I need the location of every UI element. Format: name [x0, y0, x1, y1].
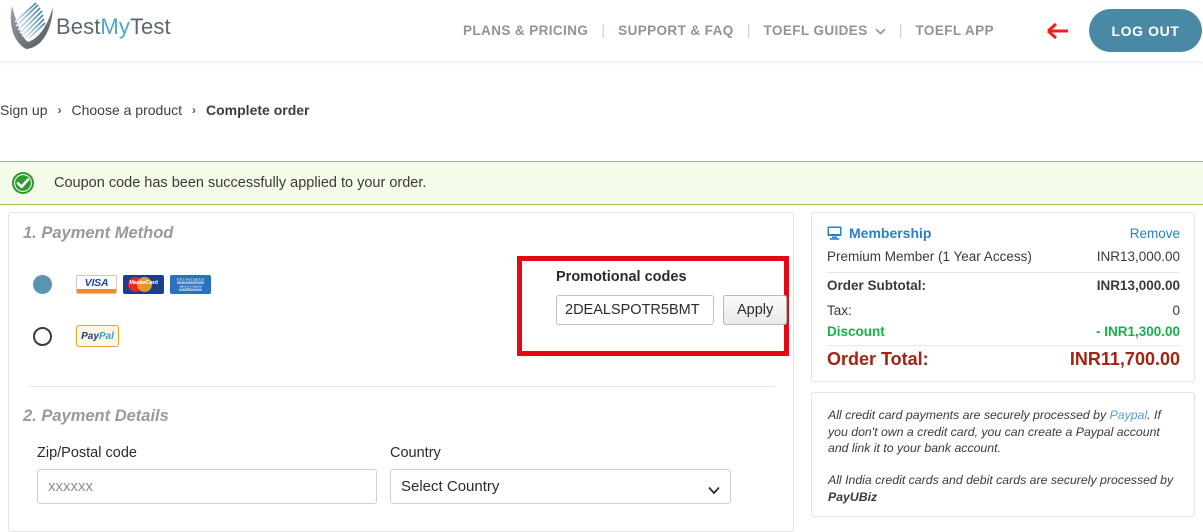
membership-title: Membership — [849, 225, 932, 241]
order-summary-header: Membership Remove — [827, 225, 1180, 241]
paypal-logo-text-pay: Pay — [81, 330, 99, 342]
order-discount-value: - INR1,300.00 — [1095, 324, 1180, 339]
order-discount-label: Discount — [827, 324, 885, 339]
amex-logo-line1: AMERICAN — [177, 277, 204, 284]
breadcrumb-item-complete-order: Complete order — [206, 102, 310, 118]
credit-card-logos: VISA MasterCard AMERICAN EXPRESS — [76, 275, 211, 294]
order-summary-card: Membership Remove Premium Member (1 Year… — [811, 212, 1195, 382]
success-alert-message: Coupon code has been successfully applie… — [54, 175, 427, 191]
promo-code-input[interactable] — [556, 295, 714, 325]
radio-paypal[interactable] — [33, 326, 52, 346]
country-select-wrap — [390, 469, 731, 504]
logo-text: BestMyTest — [56, 14, 171, 40]
payubiz-label: PayUBiz — [828, 489, 878, 504]
logout-button[interactable]: LOG OUT — [1089, 9, 1202, 52]
order-item-row: Premium Member (1 Year Access) INR13,000… — [827, 249, 1180, 264]
order-discount-row: Discount - INR1,300.00 — [827, 324, 1180, 339]
nav-item-toefl-app[interactable]: TOEFL APP — [903, 23, 1007, 38]
paypal-logo-text-pal: Pal — [98, 330, 114, 342]
summary-divider — [827, 345, 1180, 346]
payment-details-title: 2. Payment Details — [23, 407, 169, 425]
nav-label: PLANS & PRICING — [463, 23, 589, 38]
logo-text-test: Test — [129, 14, 171, 39]
nav-label: TOEFL GUIDES — [763, 23, 868, 38]
mastercard-logo-text: MasterCard — [129, 280, 158, 286]
visa-logo-underline — [77, 288, 116, 293]
mastercard-logo-icon: MasterCard — [123, 275, 164, 294]
country-label: Country — [390, 445, 441, 461]
payment-option-paypal[interactable]: Pay Pal — [33, 325, 119, 347]
order-tax-row: Tax: 0 — [827, 303, 1180, 318]
promotional-codes-label: Promotional codes — [556, 269, 687, 285]
breadcrumb: Sign up › Choose a product › Complete or… — [0, 99, 309, 121]
main-navigation: PLANS & PRICING | SUPPORT & FAQ | TOEFL … — [450, 0, 1007, 61]
section-divider — [29, 386, 775, 387]
order-subtotal-value: INR13,000.00 — [1096, 278, 1180, 293]
nav-item-toefl-guides[interactable]: TOEFL GUIDES — [751, 23, 899, 38]
payment-processor-notes-card: All credit card payments are securely pr… — [811, 392, 1195, 517]
payment-method-title: 1. Payment Method — [23, 224, 174, 242]
payubiz-note-text: All India credit cards and debit cards a… — [828, 473, 1174, 487]
order-tax-value: 0 — [1172, 303, 1180, 318]
paypal-note: All credit card payments are securely pr… — [828, 407, 1179, 457]
payubiz-note: All India credit cards and debit cards a… — [828, 472, 1179, 505]
order-tax-label: Tax: — [827, 303, 852, 318]
zip-postal-field-group: Zip/Postal code — [37, 445, 377, 504]
breadcrumb-separator: › — [57, 103, 62, 117]
amex-logo-icon: AMERICAN EXPRESS — [170, 275, 211, 294]
visa-logo-icon: VISA — [76, 275, 117, 294]
summary-divider — [827, 272, 1180, 273]
breadcrumb-separator: › — [192, 103, 197, 117]
order-total-row: Order Total: INR11,700.00 — [827, 349, 1180, 370]
promotional-code-highlight: Promotional codes Apply — [517, 256, 789, 356]
order-subtotal-label: Order Subtotal: — [827, 278, 927, 293]
nav-item-plans-pricing[interactable]: PLANS & PRICING — [450, 23, 601, 38]
paypal-note-part1: All credit card payments are securely pr… — [828, 408, 1110, 422]
red-left-arrow-icon — [1038, 20, 1070, 42]
nav-item-support-faq[interactable]: SUPPORT & FAQ — [605, 23, 746, 38]
radio-credit-card[interactable] — [33, 275, 52, 294]
order-item-price: INR13,000.00 — [1096, 249, 1180, 264]
country-field-group: Country — [390, 445, 731, 504]
remove-membership-link[interactable]: Remove — [1130, 226, 1180, 241]
zip-postal-label: Zip/Postal code — [37, 445, 137, 461]
promotional-code-row: Apply — [556, 295, 788, 325]
logo-text-my: My — [100, 14, 130, 39]
nav-label: SUPPORT & FAQ — [618, 23, 734, 38]
chevron-down-icon — [875, 25, 886, 36]
zip-postal-input[interactable] — [37, 469, 377, 504]
success-alert: Coupon code has been successfully applie… — [0, 161, 1203, 205]
site-header: BestMyTest PLANS & PRICING | SUPPORT & F… — [0, 0, 1203, 61]
order-total-value: INR11,700.00 — [1069, 349, 1180, 369]
paypal-logo-icon: Pay Pal — [76, 325, 119, 347]
country-select[interactable] — [390, 469, 731, 504]
order-subtotal-row: Order Subtotal: INR13,000.00 — [827, 278, 1180, 293]
monitor-icon — [827, 226, 842, 240]
amex-logo-line2: EXPRESS — [179, 284, 202, 291]
promotional-code-group: Promotional codes Apply — [556, 269, 788, 325]
order-total-label: Order Total: — [827, 349, 929, 369]
order-item-name: Premium Member (1 Year Access) — [827, 249, 1032, 264]
breadcrumb-item-sign-up[interactable]: Sign up — [0, 102, 47, 118]
breadcrumb-item-choose-a-product[interactable]: Choose a product — [71, 102, 182, 118]
apply-promo-button[interactable]: Apply — [723, 295, 788, 325]
nav-label: TOEFL APP — [915, 23, 994, 38]
visa-logo-text: VISA — [77, 276, 116, 289]
logo[interactable]: BestMyTest — [2, 0, 171, 54]
green-check-circle-icon — [11, 171, 35, 195]
paypal-link[interactable]: Paypal — [1110, 408, 1148, 422]
checkmark-swoosh-logo-icon — [2, 0, 64, 54]
payment-option-credit-card[interactable]: VISA MasterCard AMERICAN EXPRESS — [33, 275, 211, 294]
